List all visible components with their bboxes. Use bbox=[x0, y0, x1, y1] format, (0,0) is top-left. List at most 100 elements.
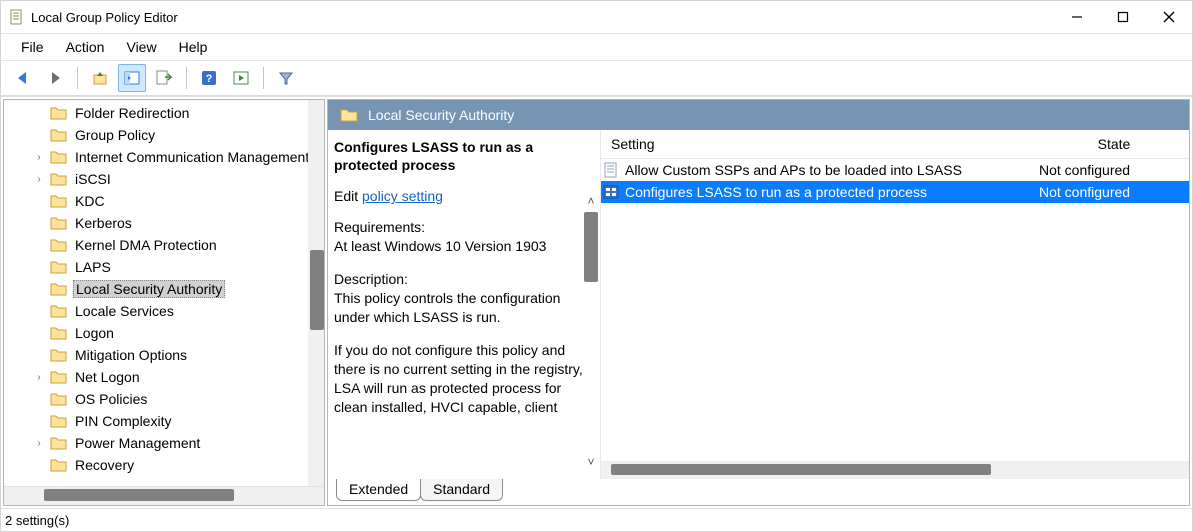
tree-vscroll-track[interactable] bbox=[308, 100, 324, 486]
column-setting[interactable]: Setting bbox=[601, 136, 1039, 152]
tree-hscroll-thumb[interactable] bbox=[44, 489, 234, 501]
tree-item-label: Kerberos bbox=[73, 215, 134, 231]
policy-icon bbox=[603, 184, 623, 200]
tree-item-label: Folder Redirection bbox=[73, 105, 191, 121]
folder-icon bbox=[50, 392, 67, 406]
back-button[interactable] bbox=[9, 64, 37, 92]
expander-icon[interactable]: › bbox=[32, 438, 46, 449]
right-body: Configures LSASS to run as a protected p… bbox=[328, 130, 1189, 479]
tree-item[interactable]: ›Net Logon bbox=[4, 366, 324, 388]
help-button[interactable]: ? bbox=[195, 64, 223, 92]
list-hscroll-thumb[interactable] bbox=[611, 464, 991, 475]
tree-item-label: iSCSI bbox=[73, 171, 113, 187]
app-icon bbox=[9, 9, 25, 25]
pane-header-title: Local Security Authority bbox=[368, 107, 514, 123]
export-button[interactable] bbox=[150, 64, 178, 92]
minimize-button[interactable] bbox=[1054, 1, 1100, 33]
tabs-row: Extended Standard bbox=[328, 479, 1189, 505]
tree-item-label: Recovery bbox=[73, 457, 136, 473]
policy-title: Configures LSASS to run as a protected p… bbox=[334, 138, 588, 174]
tree-item[interactable]: Group Policy bbox=[4, 124, 324, 146]
expander-icon[interactable]: › bbox=[32, 372, 46, 383]
requirements-value: At least Windows 10 Version 1903 bbox=[334, 237, 588, 256]
desc-scrollbar[interactable]: ˄ ˅ bbox=[582, 192, 600, 471]
tree-vscroll-thumb[interactable] bbox=[310, 250, 324, 330]
show-tree-button[interactable] bbox=[118, 64, 146, 92]
setting-name: Allow Custom SSPs and APs to be loaded i… bbox=[623, 162, 1035, 178]
tree-item[interactable]: ›Power Management bbox=[4, 432, 324, 454]
setting-state: Not configured bbox=[1035, 184, 1189, 200]
tree-item[interactable]: OS Policies bbox=[4, 388, 324, 410]
up-button[interactable] bbox=[86, 64, 114, 92]
close-button[interactable] bbox=[1146, 1, 1192, 33]
description-p2-block: If you do not configure this policy and … bbox=[334, 341, 588, 417]
expander-icon[interactable]: › bbox=[32, 174, 46, 185]
desc-scroll-thumb[interactable] bbox=[584, 212, 598, 282]
refresh-button[interactable] bbox=[227, 64, 255, 92]
list-row[interactable]: Allow Custom SSPs and APs to be loaded i… bbox=[601, 159, 1189, 181]
edit-prefix: Edit bbox=[334, 188, 362, 204]
folder-icon bbox=[50, 414, 67, 428]
tree-item[interactable]: Kernel DMA Protection bbox=[4, 234, 324, 256]
tree-item[interactable]: LAPS bbox=[4, 256, 324, 278]
tree-item[interactable]: › iSCSI bbox=[4, 168, 324, 190]
svg-text:?: ? bbox=[206, 73, 213, 85]
menu-view[interactable]: View bbox=[116, 36, 166, 58]
tree-item[interactable]: Local Security Authority bbox=[4, 278, 324, 300]
folder-icon bbox=[50, 150, 67, 164]
tree-item[interactable]: KDC bbox=[4, 190, 324, 212]
folder-icon bbox=[50, 348, 67, 362]
scroll-up-icon[interactable]: ˄ bbox=[582, 192, 600, 210]
description-p1: This policy controls the configuration u… bbox=[334, 289, 588, 327]
folder-icon bbox=[340, 107, 358, 123]
tree-item[interactable]: PIN Complexity bbox=[4, 410, 324, 432]
window-root: Local Group Policy Editor File Action Vi… bbox=[0, 0, 1193, 532]
tree-item[interactable]: Mitigation Options bbox=[4, 344, 324, 366]
folder-icon bbox=[50, 128, 67, 142]
folder-icon bbox=[50, 216, 67, 230]
description-label: Description: bbox=[334, 270, 588, 289]
menu-help[interactable]: Help bbox=[169, 36, 218, 58]
folder-icon bbox=[50, 172, 67, 186]
folder-icon bbox=[50, 304, 67, 318]
scroll-down-icon[interactable]: ˅ bbox=[582, 453, 600, 471]
tree-scroll[interactable]: Folder Redirection Group Policy›Internet … bbox=[4, 100, 324, 486]
menu-file[interactable]: File bbox=[11, 36, 54, 58]
tree-item-label: Logon bbox=[73, 325, 116, 341]
tree-item-label: Local Security Authority bbox=[73, 280, 225, 298]
column-state[interactable]: State bbox=[1039, 136, 1189, 152]
expander-icon[interactable]: › bbox=[32, 152, 46, 163]
tree-item[interactable]: Locale Services bbox=[4, 300, 324, 322]
right-pane: Local Security Authority Configures LSAS… bbox=[327, 99, 1190, 506]
description-p2: If you do not configure this policy and … bbox=[334, 341, 588, 417]
folder-icon bbox=[50, 436, 67, 450]
setting-name: Configures LSASS to run as a protected p… bbox=[623, 184, 1035, 200]
list-hscroll[interactable] bbox=[601, 461, 1189, 479]
tree-item[interactable]: Folder Redirection bbox=[4, 102, 324, 124]
policy-icon bbox=[603, 162, 623, 178]
title-bar: Local Group Policy Editor bbox=[1, 1, 1192, 34]
tree-item-label: OS Policies bbox=[73, 391, 149, 407]
tab-standard[interactable]: Standard bbox=[420, 479, 503, 501]
folder-icon bbox=[50, 106, 67, 120]
folder-icon bbox=[50, 194, 67, 208]
forward-button[interactable] bbox=[41, 64, 69, 92]
edit-policy-link[interactable]: policy setting bbox=[362, 188, 443, 204]
menu-action[interactable]: Action bbox=[56, 36, 115, 58]
tree-item[interactable]: Kerberos bbox=[4, 212, 324, 234]
folder-icon bbox=[50, 260, 67, 274]
tree-item[interactable]: Logon bbox=[4, 322, 324, 344]
tree-item[interactable]: ›Internet Communication Management bbox=[4, 146, 324, 168]
maximize-button[interactable] bbox=[1100, 1, 1146, 33]
tree-item[interactable]: Recovery bbox=[4, 454, 324, 476]
tree-hscroll[interactable] bbox=[4, 486, 324, 505]
menu-bar: File Action View Help bbox=[1, 34, 1192, 61]
requirements-label: Requirements: bbox=[334, 218, 588, 237]
toolbar: ? bbox=[1, 61, 1192, 96]
status-text: 2 setting(s) bbox=[5, 513, 69, 528]
list-row[interactable]: Configures LSASS to run as a protected p… bbox=[601, 181, 1189, 203]
tab-extended[interactable]: Extended bbox=[336, 479, 421, 501]
tree-pane: Folder Redirection Group Policy›Internet … bbox=[3, 99, 325, 506]
filter-button[interactable] bbox=[272, 64, 300, 92]
window-title: Local Group Policy Editor bbox=[31, 10, 178, 25]
